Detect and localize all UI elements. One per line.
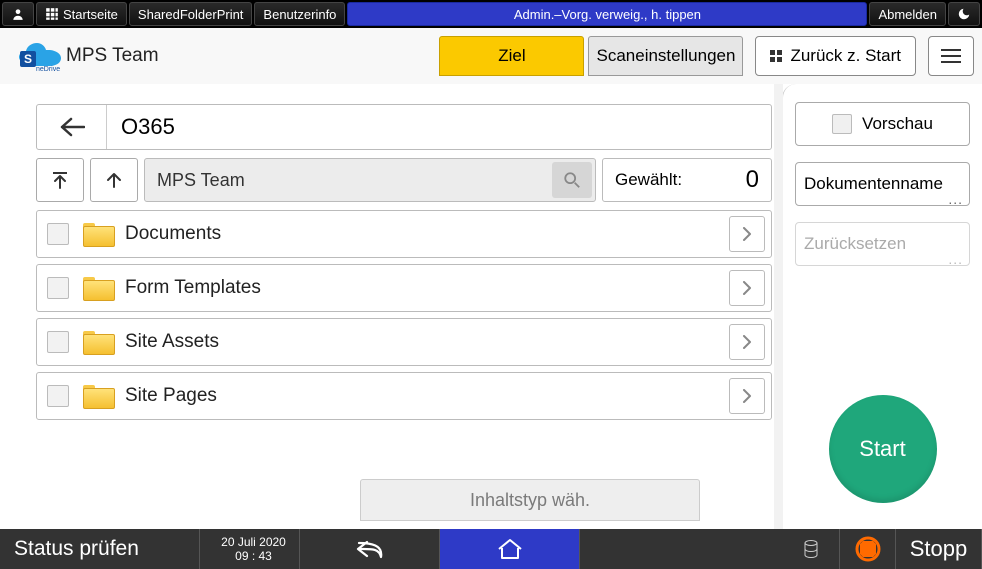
start-button[interactable]: Start [829,395,937,503]
app-title: MPS Team [66,45,159,67]
svg-text:S: S [24,52,32,66]
content-type-button[interactable]: Inhaltstyp wäh. [360,479,700,521]
dokumentenname-button[interactable]: Dokumentenname [795,162,970,206]
tab-ziel[interactable]: Ziel [439,36,584,76]
go-top-button[interactable] [36,158,84,202]
footer-home-button[interactable] [440,529,580,569]
vorschau-checkbox[interactable] [832,114,852,134]
date-value: 20 Juli 2020 [221,535,286,549]
folder-icon [83,277,113,299]
tab-scaneinstellungen[interactable]: Scaneinstellungen [588,36,743,76]
dokumentenname-label: Dokumentenname [804,174,943,194]
folder-name: Site Assets [125,331,729,353]
breadcrumb-row[interactable]: O365 [36,104,772,150]
chevron-right-icon[interactable] [729,270,765,306]
main-area: O365 MPS Team Gewählt: 0 [0,84,982,529]
go-up-button[interactable] [90,158,138,202]
selected-count-label: Gewählt: [615,170,682,190]
datetime-display: 20 Juli 2020 09 : 43 [200,529,300,569]
folder-name: Form Templates [125,277,729,299]
abmelden-button[interactable]: Abmelden [869,2,946,26]
folder-icon [83,223,113,245]
checkbox[interactable] [47,277,69,299]
list-item[interactable]: Documents [36,210,772,258]
list-item[interactable]: Site Assets [36,318,772,366]
footer-storage-indicator [580,529,840,569]
back-to-start-button[interactable]: Zurück z. Start [755,36,916,76]
user-icon-button[interactable] [2,2,34,26]
grid-icon [770,50,782,62]
header: S neDrive MPS Team Ziel Scaneinstellunge… [0,28,982,84]
admin-message-banner[interactable]: Admin.–Vorg. verweig., h. tippen [347,2,867,26]
app-brand: S neDrive MPS Team [18,39,159,73]
chevron-right-icon[interactable] [729,216,765,252]
footer-back-button[interactable] [300,529,440,569]
search-value: MPS Team [145,170,552,191]
stop-icon [855,536,881,562]
selected-count-value: 0 [746,166,759,194]
checkbox[interactable] [47,331,69,353]
list-item[interactable]: Site Pages [36,372,772,420]
reset-label: Zurücksetzen [804,234,906,254]
home-label: Startseite [63,7,118,22]
folder-name: Documents [125,223,729,245]
hamburger-icon [941,49,961,63]
onedrive-icon: S neDrive [18,39,58,73]
checkbox[interactable] [47,223,69,245]
reset-button[interactable]: Zurücksetzen [795,222,970,266]
benutzerinfo-button[interactable]: Benutzerinfo [254,2,345,26]
time-value: 09 : 43 [235,549,272,563]
selected-count-box: Gewählt: 0 [602,158,772,202]
back-arrow-button[interactable] [37,105,107,149]
home-icon [497,538,523,560]
search-row: MPS Team Gewählt: 0 [36,158,772,202]
database-icon [803,539,819,559]
search-field[interactable]: MPS Team [144,158,596,202]
chevron-right-icon[interactable] [729,324,765,360]
folder-list: Documents Form Templates Site [36,210,772,420]
folder-icon [83,331,113,353]
back-arrow-icon [355,539,385,559]
svg-text:neDrive: neDrive [36,66,60,73]
list-item[interactable]: Form Templates [36,264,772,312]
checkbox[interactable] [47,385,69,407]
vorschau-label: Vorschau [862,114,933,134]
breadcrumb-label: O365 [107,114,175,140]
vorschau-button[interactable]: Vorschau [795,102,970,146]
shared-folder-print-button[interactable]: SharedFolderPrint [129,2,253,26]
home-button[interactable]: Startseite [36,2,127,26]
system-bar: Startseite SharedFolderPrint Benutzerinf… [0,0,982,28]
back-to-start-label: Zurück z. Start [790,46,901,66]
footer-stop-icon-button[interactable] [840,529,896,569]
footer-stopp-button[interactable]: Stopp [896,529,982,569]
chevron-right-icon[interactable] [729,378,765,414]
folder-name: Site Pages [125,385,729,407]
menu-button[interactable] [928,36,974,76]
footer: Status prüfen 20 Juli 2020 09 : 43 Stopp [0,529,982,569]
right-sidebar: Vorschau Dokumentenname Zurücksetzen Sta… [782,84,982,529]
browse-panel: O365 MPS Team Gewählt: 0 [36,104,772,420]
left-column: O365 MPS Team Gewählt: 0 [0,84,782,529]
status-check-button[interactable]: Status prüfen [0,529,200,569]
night-mode-button[interactable] [948,2,980,26]
folder-icon [83,385,113,407]
search-icon[interactable] [552,162,592,198]
